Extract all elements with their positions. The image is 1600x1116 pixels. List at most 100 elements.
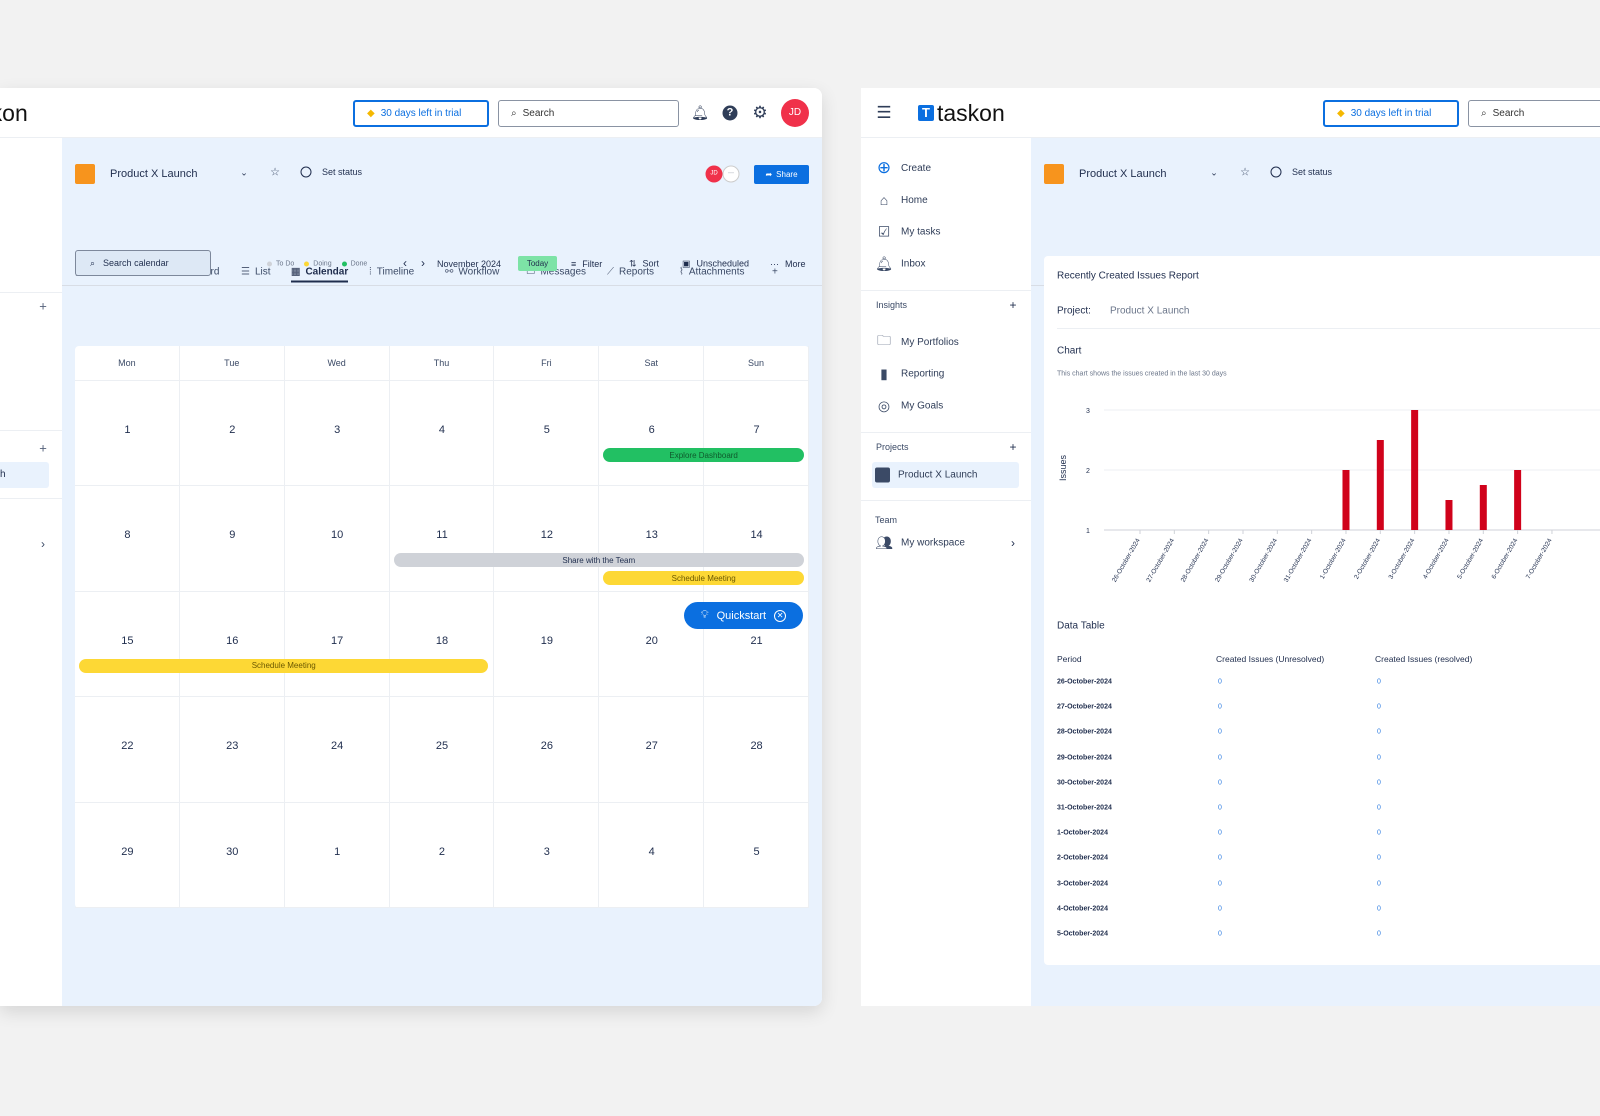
day-number: 9 <box>229 529 236 542</box>
day-cell[interactable]: 1 <box>284 802 390 908</box>
status-circle-icon[interactable] <box>1270 166 1282 178</box>
sort-button[interactable]: ⇅ Sort <box>629 259 659 270</box>
star-icon[interactable]: ☆ <box>1240 166 1250 179</box>
set-status-button[interactable]: Set status <box>322 167 362 177</box>
share-button[interactable]: ➦ Share <box>754 165 809 184</box>
sidebar-item-my-workspace[interactable]: 👥︎ My workspace <box>875 535 965 552</box>
day-cell[interactable]: 11 <box>389 486 495 592</box>
day-cell[interactable]: 3 <box>494 802 600 908</box>
day-cell[interactable]: 19 <box>494 591 600 698</box>
close-icon[interactable]: ✕ <box>774 609 787 622</box>
day-cell[interactable]: 6 <box>599 381 705 487</box>
tab-list[interactable]: ☰ List <box>241 267 271 278</box>
quickstart-button[interactable]: 💡︎ Quickstart ✕ <box>684 602 803 629</box>
set-status-button[interactable]: Set status <box>1292 167 1332 177</box>
day-cell[interactable]: 29 <box>75 802 180 908</box>
calendar-event[interactable]: Explore Dashboard <box>603 448 804 462</box>
day-cell[interactable]: 9 <box>179 486 285 592</box>
day-cell[interactable]: 18 <box>389 591 495 698</box>
more-button[interactable]: ··· More <box>770 259 806 269</box>
table-cell-period: 5-October-2024 <box>1057 930 1108 938</box>
day-number: 2 <box>438 845 446 858</box>
day-cell[interactable]: 5 <box>704 802 809 908</box>
calendar-search-input[interactable]: ⌕ Search calendar <box>75 250 211 276</box>
sidebar-item-product-x-launch[interactable]: Product X Launch <box>875 467 978 483</box>
table-cell-period: 2-October-2024 <box>1057 854 1108 862</box>
day-cell[interactable]: 30 <box>179 802 285 908</box>
day-cell[interactable]: 22 <box>75 697 180 803</box>
add-icon[interactable]: + <box>39 441 47 456</box>
sidebar-item-label: My Goals <box>901 400 944 412</box>
day-cell[interactable]: 7 <box>704 381 809 487</box>
status-circle-icon[interactable] <box>300 166 312 178</box>
day-number: 10 <box>331 529 344 542</box>
gear-icon[interactable]: ⚙ <box>752 103 767 123</box>
day-cell[interactable]: 17 <box>284 591 390 698</box>
day-cell[interactable]: 3 <box>284 381 390 487</box>
day-cell[interactable]: 8 <box>75 486 180 592</box>
day-cell[interactable]: 16 <box>179 591 285 698</box>
add-icon[interactable]: + <box>39 299 47 314</box>
sidebar-item-selected[interactable]: h <box>0 462 49 488</box>
y-tick-label: 1 <box>1086 528 1090 535</box>
day-cell[interactable]: 1 <box>75 381 180 487</box>
sidebar-item-inbox[interactable]: 🔔︎ Inbox <box>875 256 925 273</box>
day-cell[interactable]: 27 <box>599 697 705 803</box>
more-members-button[interactable]: ··· <box>722 165 740 183</box>
add-insight-button[interactable]: + <box>1009 298 1016 312</box>
table-cell-value: 0 <box>1377 854 1381 862</box>
day-cell[interactable]: 23 <box>179 697 285 803</box>
calendar-event[interactable]: Schedule Meeting <box>603 571 804 586</box>
day-cell[interactable]: 10 <box>284 486 390 592</box>
todo-dot-icon <box>267 261 272 267</box>
search-input[interactable]: ⌕ Search <box>498 100 679 127</box>
sidebar-item-my-portfolios[interactable]: 🗀 My Portfolios <box>875 330 959 354</box>
trial-button[interactable]: ◆ 30 days left in trial <box>353 100 489 127</box>
chevron-down-icon[interactable]: ⌄ <box>240 168 248 179</box>
avatar[interactable]: JD <box>781 99 809 127</box>
day-cell[interactable]: 4 <box>599 802 705 908</box>
help-icon[interactable]: ? <box>722 105 738 121</box>
day-cell[interactable]: 25 <box>389 697 495 803</box>
member-avatar[interactable]: JD <box>705 165 723 183</box>
day-cell[interactable]: 2 <box>389 802 495 908</box>
sort-icon: ⇅ <box>629 258 637 269</box>
day-cell[interactable]: 5 <box>494 381 600 487</box>
calendar-event[interactable]: Schedule Meeting <box>79 658 489 673</box>
day-cell[interactable]: 4 <box>389 381 495 487</box>
sidebar-item-reporting[interactable]: ▮ Reporting <box>875 366 944 383</box>
unscheduled-button[interactable]: ▣ Unscheduled <box>682 259 749 270</box>
day-cell[interactable]: 26 <box>494 697 600 803</box>
prev-month-button[interactable]: ‹ <box>403 256 407 270</box>
today-button[interactable]: Today <box>518 256 557 271</box>
day-number: 1 <box>334 845 341 858</box>
chevron-right-icon[interactable]: › <box>41 537 45 551</box>
filter-button[interactable]: ≡ Filter <box>571 259 602 269</box>
calendar-event[interactable]: Share with the Team <box>393 553 804 568</box>
search-input[interactable]: ⌕ Search <box>1468 100 1600 127</box>
table-cell-period: 26-October-2024 <box>1057 678 1112 686</box>
chevron-right-icon[interactable]: › <box>1011 536 1015 550</box>
day-cell[interactable]: 15 <box>75 591 180 698</box>
home-icon: ⌂ <box>879 192 889 208</box>
sidebar-item-my-goals[interactable]: ◎ My Goals <box>875 398 943 415</box>
sidebar-item-home[interactable]: ⌂ Home <box>875 192 928 208</box>
hamburger-menu-icon[interactable]: ☰ <box>876 103 891 123</box>
star-icon[interactable]: ☆ <box>270 166 280 179</box>
trial-button[interactable]: ◆ 30 days left in trial <box>1323 100 1459 127</box>
day-cell[interactable]: 2 <box>179 381 285 487</box>
day-cell[interactable]: 12 <box>494 486 600 592</box>
sidebar-item-my-tasks[interactable]: ☑ My tasks <box>875 224 941 241</box>
tab-timeline[interactable]: ⁞ Timeline <box>369 267 414 278</box>
day-cell[interactable]: 28 <box>704 697 809 803</box>
people-icon: 👥︎ <box>875 534 893 551</box>
day-cell[interactable]: 24 <box>284 697 390 803</box>
bell-icon[interactable]: 🔔︎ <box>691 105 709 122</box>
add-project-button[interactable]: + <box>1009 440 1016 454</box>
next-month-button[interactable]: › <box>421 256 425 270</box>
table-cell-value: 0 <box>1218 703 1222 711</box>
chevron-down-icon[interactable]: ⌄ <box>1210 168 1218 179</box>
share-icon: ➦ <box>765 170 773 179</box>
tab-calendar[interactable]: ▦ Calendar <box>291 267 349 283</box>
sidebar-item-create[interactable]: ⊕ Create <box>875 158 931 178</box>
